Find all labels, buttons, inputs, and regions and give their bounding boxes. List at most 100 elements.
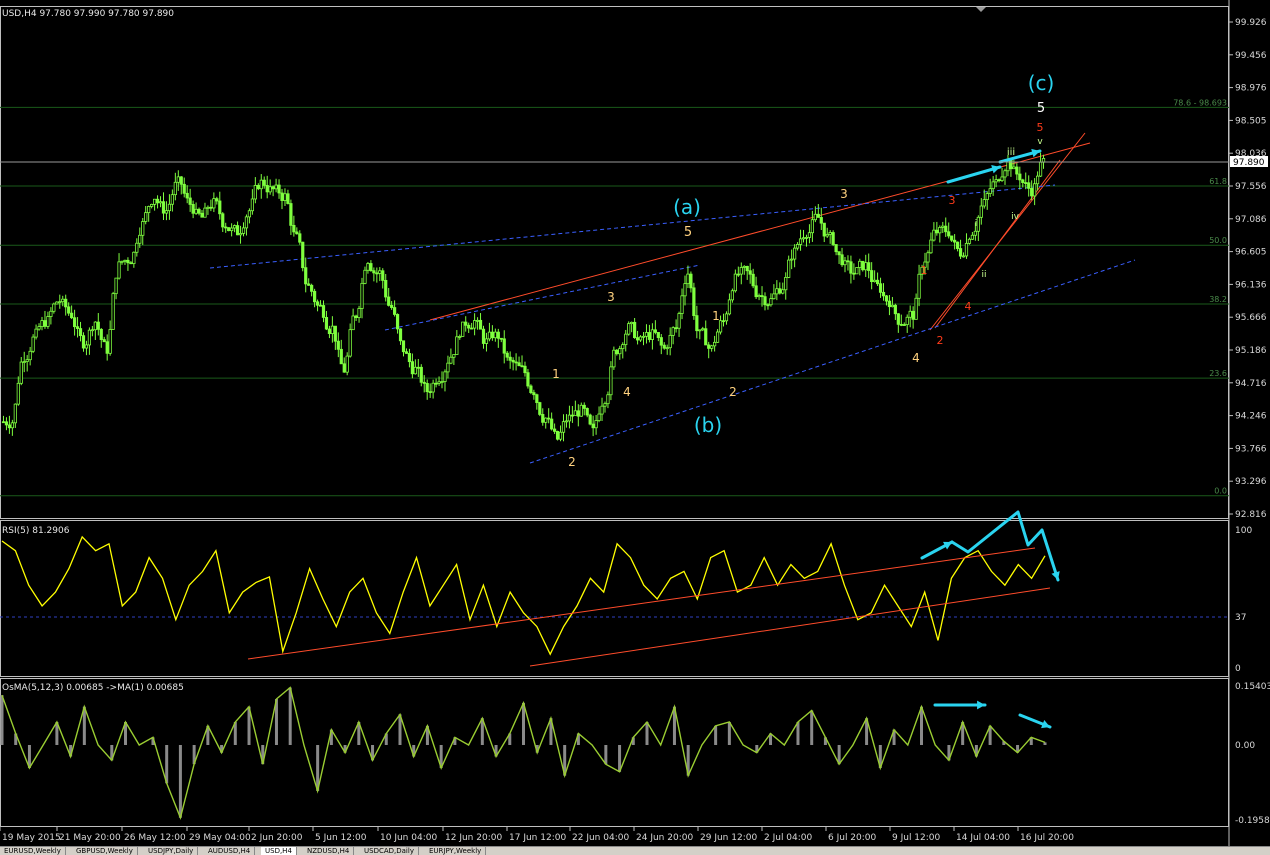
time-tick-label: 14 Jul 04:00 <box>956 833 1010 843</box>
candle-body <box>689 273 693 289</box>
price-tick-label: 94.716 <box>1235 379 1267 389</box>
candle-body <box>443 371 447 382</box>
candle-body <box>493 331 497 339</box>
wave-label: ii <box>981 270 986 280</box>
candle-body <box>259 179 263 190</box>
candle-body <box>96 321 100 330</box>
candle-body <box>677 313 681 329</box>
candle-body <box>144 212 148 222</box>
candle-body <box>958 248 963 257</box>
candle-body <box>798 238 803 245</box>
candle-body <box>381 270 385 281</box>
wave-label: 2 <box>937 334 944 347</box>
candle-body <box>591 423 595 429</box>
candle-body <box>840 254 844 266</box>
wave-label: 2 <box>729 385 737 399</box>
candle-body <box>852 272 856 275</box>
candle-body <box>760 295 764 298</box>
candle-body <box>55 301 59 305</box>
candle-body <box>490 331 494 339</box>
candle-body <box>781 289 785 294</box>
time-tick-label: 16 Jul 20:00 <box>1020 833 1074 843</box>
time-tick-label: 21 May 20:00 <box>59 833 121 843</box>
candle-body <box>182 183 186 194</box>
candle-body <box>505 352 509 358</box>
price-tick-label: 96.605 <box>1235 248 1267 258</box>
candle-body <box>609 366 613 396</box>
candle-body <box>22 361 26 363</box>
candle-body <box>72 317 77 328</box>
candle-body <box>816 213 820 218</box>
candle-body <box>434 382 438 385</box>
candle-body <box>37 326 41 330</box>
candle-body <box>372 270 376 274</box>
candle-body <box>129 262 133 265</box>
candle-body <box>16 382 20 405</box>
candle-body <box>481 328 486 344</box>
candle-body <box>935 229 939 234</box>
candle-body <box>348 329 352 357</box>
candle-body <box>470 327 474 330</box>
time-tick-label: 19 May 2015 <box>2 833 61 843</box>
candle-body <box>976 216 980 232</box>
candle-body <box>766 304 770 307</box>
candle-body <box>846 260 850 263</box>
candle-body <box>902 324 906 326</box>
candle-body <box>638 336 643 341</box>
candle-body <box>695 315 699 332</box>
price-tick-label: 93.766 <box>1235 444 1267 454</box>
candle-body <box>532 392 536 396</box>
candle-body <box>496 331 500 339</box>
time-tick-label: 5 Jun 12:00 <box>315 833 367 843</box>
candle-body <box>235 225 240 236</box>
candle-body <box>224 226 228 229</box>
candle-body <box>200 212 204 218</box>
osma-tick-label: 0.00 <box>1235 741 1255 751</box>
candle-body <box>194 208 198 214</box>
candle-body <box>393 307 397 315</box>
candle-body <box>994 179 998 183</box>
candle-body <box>449 356 453 364</box>
candle-body <box>446 362 450 373</box>
candle-body <box>1009 159 1013 170</box>
price-tick-label: 99.926 <box>1235 18 1267 28</box>
candle-body <box>624 333 628 346</box>
candle-body <box>600 405 604 415</box>
candle-body <box>123 259 127 262</box>
candle-body <box>295 231 299 235</box>
candle-body <box>727 299 732 315</box>
candle-body <box>369 263 373 272</box>
main-chart-header: USD,H4 97.780 97.990 97.780 97.890 <box>2 9 174 19</box>
candle-body <box>953 239 957 243</box>
candle-body <box>828 232 832 235</box>
candle-body <box>256 185 260 190</box>
candle-body <box>905 316 909 325</box>
candle-body <box>164 210 169 214</box>
candle-body <box>864 262 868 271</box>
candle-body <box>233 225 237 229</box>
candle-body <box>523 365 527 374</box>
candle-body <box>81 335 86 349</box>
candle-body <box>324 317 329 330</box>
candle-body <box>778 288 782 294</box>
candle-body <box>1033 183 1037 197</box>
candle-body <box>698 329 702 332</box>
candle-body <box>150 204 154 207</box>
wave-label: 1 <box>921 264 928 277</box>
candle-body <box>997 179 1001 182</box>
candle-body <box>647 332 652 340</box>
candle-body <box>179 176 183 185</box>
price-tick-label: 97.556 <box>1235 182 1267 192</box>
candle-body <box>437 381 441 384</box>
candle-body <box>1030 187 1034 197</box>
candle-body <box>117 261 121 279</box>
candle-body <box>793 247 797 260</box>
candle-body <box>93 321 97 331</box>
candle-body <box>197 208 201 214</box>
candle-body <box>787 259 791 278</box>
candle-body <box>478 319 483 330</box>
candle-body <box>247 210 252 218</box>
candle-body <box>206 206 210 209</box>
candle-body <box>1038 161 1043 177</box>
candle-body <box>911 310 915 320</box>
